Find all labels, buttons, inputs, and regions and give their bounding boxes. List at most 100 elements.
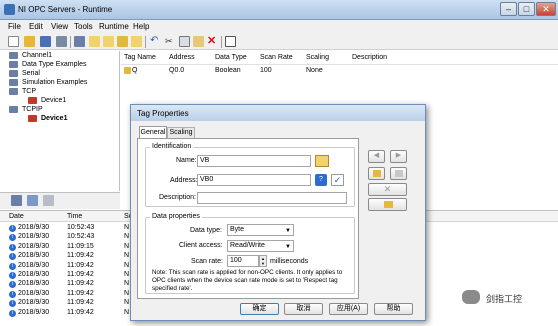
table-row[interactable]: Q Q0.0 Boolean 100 None: [121, 66, 421, 75]
check-icon[interactable]: ✓: [331, 174, 344, 186]
log-source: N: [124, 289, 130, 297]
name-field[interactable]: VB: [197, 155, 311, 167]
previous-button[interactable]: ◀: [368, 150, 385, 163]
minimize-button[interactable]: –: [500, 2, 517, 16]
tag-icon: [124, 67, 131, 74]
menu-file[interactable]: File: [8, 22, 21, 31]
menu-runtime[interactable]: Runtime: [99, 22, 129, 31]
connectivity-view-icon[interactable]: [27, 195, 38, 206]
col-date[interactable]: Date: [9, 213, 24, 220]
col-scan-rate[interactable]: Scan Rate: [260, 54, 293, 61]
info-icon: i: [9, 281, 16, 289]
new-tag-icon[interactable]: [117, 36, 128, 47]
tree-item-channel1[interactable]: Channel1: [9, 52, 52, 59]
help-button[interactable]: 帮助: [374, 303, 413, 315]
header-divider: [121, 64, 558, 65]
log-row[interactable]: i 2018/9/30 11:09:42 N: [0, 262, 129, 271]
tree-item-simulation-examples[interactable]: Simulation Examples: [9, 79, 87, 86]
tab-scaling[interactable]: Scaling: [167, 127, 195, 138]
quick-client-icon[interactable]: [225, 36, 236, 47]
ok-button[interactable]: 确定: [240, 303, 279, 315]
log-row[interactable]: i 2018/9/30 10:52:43 N: [0, 224, 129, 233]
log-date: 2018/9/30: [18, 299, 50, 307]
description-label: Description:: [159, 194, 196, 201]
apply-button[interactable]: 应用(A): [329, 303, 368, 315]
new-icon[interactable]: [8, 36, 19, 47]
description-field[interactable]: [197, 192, 347, 204]
tree-item-tcp[interactable]: TCP: [9, 88, 36, 95]
import-button[interactable]: [368, 198, 407, 211]
maximize-button[interactable]: □: [518, 2, 535, 16]
log-row[interactable]: i 2018/9/30 11:09:42 N: [0, 289, 130, 299]
save-icon[interactable]: [40, 36, 51, 47]
open-icon[interactable]: [24, 36, 35, 47]
menu-edit[interactable]: Edit: [29, 22, 43, 31]
channel-icon: [9, 79, 18, 86]
col-description[interactable]: Description: [352, 54, 387, 61]
col-time[interactable]: Time: [67, 213, 82, 220]
scan-rate-unit: milliseconds: [270, 258, 309, 265]
menu-view[interactable]: View: [51, 22, 68, 31]
log-row[interactable]: i 2018/9/30 10:52:43 N: [0, 233, 129, 242]
info-icon: i: [9, 272, 16, 279]
col-scaling[interactable]: Scaling: [306, 54, 329, 61]
new-tag-button[interactable]: [368, 167, 385, 180]
scan-rate-field[interactable]: 100: [227, 255, 259, 267]
chevron-down-icon: ▼: [285, 228, 291, 234]
bulk-tag-icon[interactable]: [131, 36, 142, 47]
new-tag-icon: [373, 170, 381, 177]
address-field[interactable]: VB0: [197, 174, 311, 186]
next-button[interactable]: ▶: [390, 150, 407, 163]
menu-tools[interactable]: Tools: [74, 22, 93, 31]
log-row[interactable]: i 2018/9/30 11:09:42 N: [0, 299, 129, 308]
alias-view-icon[interactable]: [43, 195, 54, 206]
log-time: 10:52:43: [67, 233, 95, 241]
duplicate-tag-button[interactable]: [390, 167, 407, 180]
menu-help[interactable]: Help: [133, 22, 149, 31]
tree-item-serial[interactable]: Serial: [9, 70, 40, 77]
cancel-button[interactable]: 取消: [284, 303, 323, 315]
paste-icon[interactable]: [193, 36, 204, 47]
log-row[interactable]: i 2018/9/30 11:09:42 N: [0, 271, 129, 280]
log-source: N: [124, 280, 130, 288]
info-icon: i: [9, 253, 16, 261]
tree-item-tcpip[interactable]: TCPIP: [9, 106, 43, 113]
device-icon: [28, 97, 37, 104]
save-as-icon[interactable]: [56, 36, 67, 47]
help-icon[interactable]: ?: [315, 174, 327, 186]
col-tag-name[interactable]: Tag Name: [124, 54, 156, 61]
tree-item-data-type-examples[interactable]: Data Type Examples: [9, 61, 86, 68]
log-time: 11:09:42: [67, 289, 94, 297]
log-source: N: [124, 252, 130, 260]
tree-item-tcpip-device1[interactable]: Device1: [28, 115, 67, 122]
log-source: N: [124, 242, 130, 250]
browse-icon[interactable]: [315, 155, 329, 167]
app-icon: [4, 4, 15, 15]
tree-item-tcp-device1[interactable]: Device1: [28, 97, 66, 104]
info-icon: i: [9, 309, 16, 317]
data-type-value: Byte: [230, 226, 245, 233]
data-type-select[interactable]: Byte ▼: [227, 224, 294, 236]
new-channel-icon[interactable]: [74, 36, 85, 47]
col-address[interactable]: Address: [169, 54, 195, 61]
scan-rate-spinner[interactable]: ▲ ▼: [259, 255, 267, 267]
delete-icon[interactable]: ✕: [207, 36, 218, 47]
log-row[interactable]: i 2018/9/30 11:09:42 N: [0, 308, 129, 318]
col-data-type[interactable]: Data Type: [215, 54, 247, 61]
new-group-icon[interactable]: [103, 36, 114, 47]
log-date: 2018/9/30: [18, 308, 50, 316]
delete-tag-button[interactable]: ✕: [368, 183, 407, 196]
copy-icon[interactable]: [179, 36, 190, 47]
project-view-icon[interactable]: [11, 195, 22, 206]
log-date: 2018/9/30: [18, 224, 50, 231]
undo-icon[interactable]: ↶: [150, 36, 161, 47]
log-row[interactable]: i 2018/9/30 11:09:42 N: [0, 280, 130, 289]
new-device-icon[interactable]: [89, 36, 100, 47]
log-row[interactable]: i 2018/9/30 11:09:15 N: [0, 242, 130, 252]
log-row[interactable]: i 2018/9/30 11:09:42 N: [0, 252, 130, 261]
client-access-select[interactable]: Read/Write ▼: [227, 240, 294, 252]
log-time: 11:09:42: [67, 299, 94, 307]
close-button[interactable]: ✕: [536, 2, 556, 16]
cut-icon[interactable]: ✂: [165, 36, 176, 47]
log-date: 2018/9/30: [18, 252, 50, 260]
